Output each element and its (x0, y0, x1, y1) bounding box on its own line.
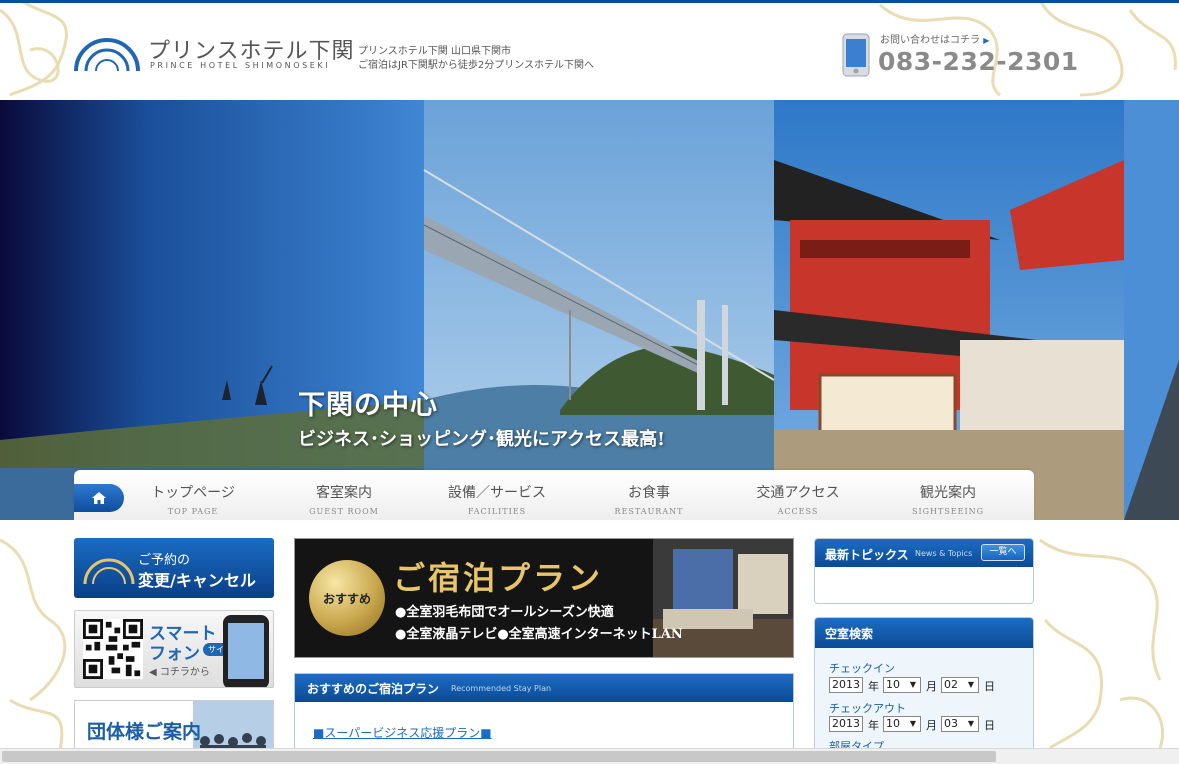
nav-facilities[interactable]: 設備／サービス FACILITIES (422, 482, 572, 516)
panel-title: 最新トピックス (825, 548, 909, 562)
contact-label[interactable]: お問い合わせはコチラ ▶ (880, 31, 989, 46)
select-value: 2013 (832, 717, 860, 730)
nav-access[interactable]: 交通アクセス ACCESS (723, 482, 873, 516)
phone-number[interactable]: 083-232-2301 (878, 47, 1079, 76)
contact-label-text: お問い合わせはコチラ (880, 35, 980, 46)
hero-image (0, 100, 1179, 520)
view-all-button[interactable]: 一覧へ (981, 544, 1025, 561)
hotel-logo-icon[interactable] (72, 33, 142, 75)
recommended-badge: おすすめ (309, 560, 385, 636)
select-value: 2013 (832, 678, 860, 691)
unit-year: 年 (868, 680, 879, 693)
super-business-plan-link[interactable]: ■スーパービジネス応援プラン■ (313, 724, 492, 741)
unit-day: 日 (984, 719, 995, 732)
group-guide-label: 団体様ご案内 (87, 721, 202, 743)
site-header: プリンスホテル下関 PRINCE HOTEL SHIMONOSEKI プリンスホ… (0, 3, 1179, 100)
chevron-down-icon: ▼ (967, 719, 975, 728)
chevron-down-icon: ▼ (909, 680, 917, 689)
select-value: 10 (886, 717, 900, 730)
panel-subtitle: Recommended Stay Plan (451, 683, 552, 693)
arrow-right-icon: ▶ (983, 36, 990, 45)
header-tagline: プリンスホテル下関 山口県下関市 (358, 46, 511, 57)
nav-sublabel: RESTAURANT (614, 507, 684, 516)
select-value: 10 (886, 678, 900, 691)
smartphone-icon (223, 615, 269, 687)
nav-guest-room[interactable]: 客室案内 GUEST ROOM (269, 482, 419, 516)
plan-title: ご宿泊プラン (393, 559, 604, 597)
nav-label: 交通アクセス (756, 485, 840, 501)
nav-label: 観光案内 (920, 485, 976, 501)
unit-month: 月 (926, 719, 937, 732)
nav-sublabel: SIGHTSEEING (911, 507, 985, 516)
select-value: 03 (944, 717, 958, 730)
reservation-change-cancel-button[interactable]: ご予約の 変更/キャンセル (74, 538, 274, 598)
nav-top-page[interactable]: トップページ TOP PAGE (118, 482, 268, 516)
nav-sightseeing[interactable]: 観光案内 SIGHTSEEING (873, 482, 1023, 516)
checkin-year-select[interactable]: 2013 (829, 677, 863, 693)
vacancy-search-header: 空室検索 (815, 618, 1033, 648)
vacancy-search-panel: 空室検索 チェックイン 2013 年 10 ▼ 月 02 ▼ 日 チェックアウト… (814, 617, 1034, 764)
nav-home-button[interactable] (74, 484, 124, 512)
qr-code-icon (83, 619, 143, 679)
news-topics-header: 最新トピックス News & Topics 一覧へ (815, 539, 1033, 567)
nav-sublabel: TOP PAGE (167, 507, 219, 516)
smart-label-3: ◀ コチラから (149, 667, 210, 678)
chevron-down-icon: ▼ (909, 719, 917, 728)
hotel-logo-icon (83, 558, 135, 585)
nav-sublabel: GUEST ROOM (309, 507, 379, 516)
scrollbar-thumb[interactable] (2, 751, 996, 762)
reserve-label-2: 変更/キャンセル (138, 571, 256, 590)
checkin-label: チェックイン (829, 662, 895, 675)
checkin-day-select[interactable]: 02 ▼ (941, 677, 979, 693)
nav-sublabel: ACCESS (777, 507, 819, 516)
unit-day: 日 (984, 680, 995, 693)
nav-label: 客室案内 (316, 485, 372, 501)
checkout-month-select[interactable]: 10 ▼ (883, 716, 921, 732)
hero-banner: 下関の中心 ビジネス･ショッピング･観光にアクセス最高! (0, 100, 1179, 520)
news-topics-panel: 最新トピックス News & Topics 一覧へ (814, 538, 1034, 604)
chevron-down-icon: ▼ (967, 680, 975, 689)
nav-label: 設備／サービス (448, 485, 546, 501)
plan-feature-1: ●全室羽毛布団でオールシーズン快適 (395, 605, 614, 620)
reserve-label-1: ご予約の (138, 553, 191, 568)
recommended-plans-header: おすすめのご宿泊プラン Recommended Stay Plan (295, 674, 793, 702)
header-tagline-2: ご宿泊はJR下関駅から徒歩2分プリンスホテル下関へ (358, 60, 595, 71)
nav-label: トップページ (151, 485, 235, 501)
smartphone-site-button[interactable]: スマート フォン サイト ◀ コチラから (74, 610, 274, 688)
checkout-year-select[interactable]: 2013 (829, 716, 863, 732)
unit-year: 年 (868, 719, 879, 732)
hero-subtitle: ビジネス･ショッピング･観光にアクセス最高! (298, 429, 665, 450)
unit-month: 月 (926, 680, 937, 693)
plan-feature-2: ●全室液晶テレビ●全室高速インターネットLAN (395, 627, 683, 642)
hero-title: 下関の中心 (298, 390, 438, 421)
stay-plan-banner[interactable]: おすすめ ご宿泊プラン ●全室羽毛布団でオールシーズン快適 ●全室液晶テレビ●全… (294, 538, 794, 658)
logo-text-en: PRINCE HOTEL SHIMONOSEKI (150, 61, 331, 70)
home-icon (92, 492, 106, 504)
main-nav: トップページ TOP PAGE 客室案内 GUEST ROOM 設備／サービス … (74, 470, 1034, 520)
nav-label: お食事 (628, 485, 670, 501)
panel-title: おすすめのご宿泊プラン (307, 681, 440, 696)
nav-restaurant[interactable]: お食事 RESTAURANT (574, 482, 724, 516)
nav-sublabel: FACILITIES (467, 507, 527, 516)
panel-subtitle: News & Topics (915, 549, 973, 558)
checkout-day-select[interactable]: 03 ▼ (941, 716, 979, 732)
select-value: 02 (944, 678, 958, 691)
smart-label-2: フォン (149, 644, 200, 664)
smartphone-icon (842, 33, 870, 77)
checkout-label: チェックアウト (829, 702, 906, 715)
checkin-month-select[interactable]: 10 ▼ (883, 677, 921, 693)
horizontal-scrollbar[interactable] (0, 748, 1179, 764)
